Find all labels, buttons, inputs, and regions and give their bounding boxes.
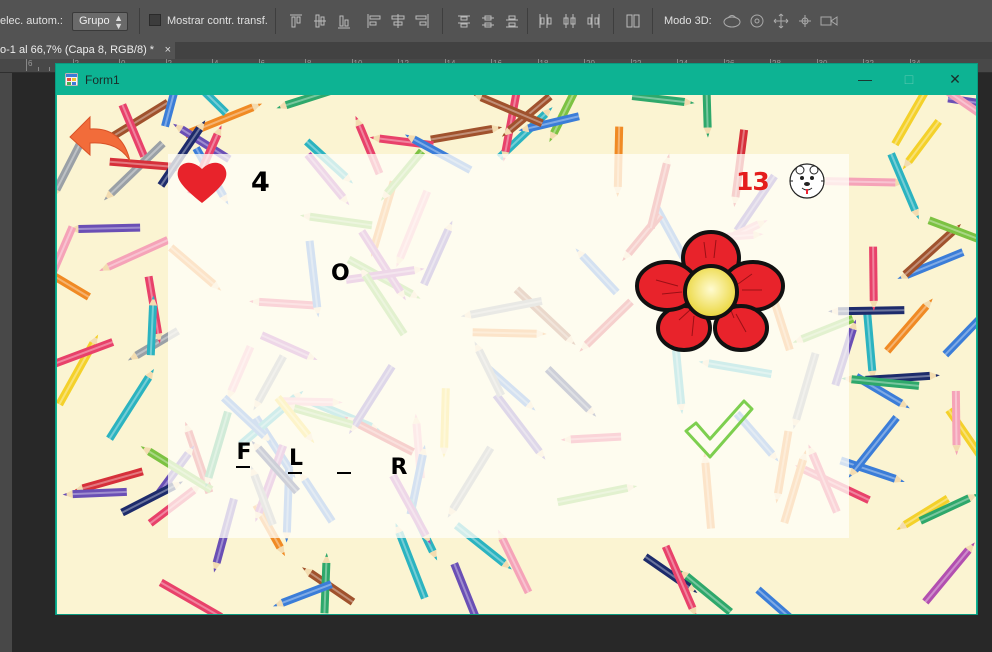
slot-letter: R (390, 455, 408, 480)
pencil-decoration (891, 95, 935, 147)
document-tab[interactable]: o-1 al 66,7% (Capa 8, RGB/8) * × (0, 42, 175, 59)
pencil-decoration (57, 334, 99, 407)
align-vcenter-icon[interactable] (312, 12, 328, 30)
clock-icon (789, 163, 825, 199)
align-left-icon[interactable] (366, 12, 382, 30)
slot-underline (337, 472, 351, 474)
vertical-ruler (0, 73, 12, 652)
distribute-right-icon[interactable] (585, 12, 601, 30)
pencil-decoration (57, 338, 115, 368)
align-top-icon[interactable] (288, 12, 304, 30)
pencil-decoration (922, 542, 975, 605)
pencil-decoration (942, 306, 976, 358)
pencil-decoration (702, 95, 712, 138)
document-tab-title: o-1 al 66,7% (Capa 8, RGB/8) * (0, 44, 155, 56)
slot-letter: F (236, 440, 252, 465)
show-transform-checkbox[interactable] (149, 14, 161, 26)
close-icon[interactable]: × (165, 42, 171, 59)
rotate-3d-icon[interactable] (722, 12, 742, 30)
pencil-decoration (884, 298, 933, 354)
hint-letter: O (331, 261, 350, 286)
close-button[interactable]: ✕ (932, 64, 978, 95)
pencil-decoration (106, 368, 155, 441)
pencil-decoration (99, 236, 170, 271)
pan-3d-icon[interactable] (771, 12, 791, 30)
scale-3d-icon[interactable] (819, 12, 839, 30)
align-right-icon[interactable] (414, 12, 430, 30)
flower-icon (635, 230, 785, 352)
title-bar: Form1 — □ ✕ (56, 64, 977, 95)
options-bar: elec. autom.: Grupo ▲ ▼ Mostrar contr. tr… (0, 0, 992, 43)
distribute-hcenter-icon[interactable] (561, 12, 577, 30)
app-icon (65, 73, 78, 86)
separator (652, 8, 653, 34)
separator (613, 8, 614, 34)
back-arrow-icon[interactable] (66, 111, 132, 165)
pencil-decoration (869, 246, 878, 311)
align-hcenter-icon[interactable] (390, 12, 406, 30)
pencil-decoration (945, 407, 976, 467)
heart-icon (177, 162, 227, 203)
pencil-decoration (862, 307, 877, 381)
separator (275, 8, 276, 34)
score-count: 13 (736, 167, 770, 196)
separator (442, 8, 443, 34)
lives-count: 4 (251, 167, 270, 198)
select-arrows-icon: ▲ ▼ (114, 13, 123, 31)
pencil-decoration (951, 390, 961, 456)
form-window: Form1 — □ ✕ 4 13 O F L R (55, 63, 978, 615)
minimize-button[interactable]: — (842, 64, 888, 95)
pencil-decoration (276, 95, 351, 110)
ruler-number: 6 (28, 59, 33, 68)
slot-underline (288, 472, 302, 474)
pencil-decoration (450, 562, 480, 614)
pencil-decoration (631, 95, 695, 106)
distribute-bottom-icon[interactable] (504, 12, 520, 30)
show-transform-label: Mostrar contr. transf. (167, 15, 268, 27)
pencil-decoration (430, 124, 503, 144)
ruler-tick (49, 67, 51, 71)
pencil-decoration (755, 586, 806, 614)
distribute-left-icon[interactable] (537, 12, 553, 30)
checkmark-icon[interactable] (682, 397, 756, 463)
separator (139, 8, 140, 34)
document-tab-bar: o-1 al 66,7% (Capa 8, RGB/8) * × (0, 42, 992, 59)
letter-slot[interactable]: R (389, 455, 409, 480)
slot-underline (236, 466, 250, 468)
maximize-button[interactable]: □ (886, 64, 932, 95)
auto-align-icon[interactable] (625, 12, 641, 30)
align-bottom-icon[interactable] (336, 12, 352, 30)
pencil-decoration (68, 223, 141, 233)
game-area: 4 13 O F L R (57, 95, 976, 614)
distribute-top-icon[interactable] (456, 12, 472, 30)
window-title: Form1 (85, 73, 120, 87)
mode-3d-label: Modo 3D: (664, 15, 712, 27)
auto-select-label: elec. autom.: (0, 15, 63, 27)
ruler-tick (37, 67, 39, 71)
slide-3d-icon[interactable] (795, 12, 815, 30)
distribute-vcenter-icon[interactable] (480, 12, 496, 30)
pencil-decoration (57, 262, 91, 301)
pencil-decoration (158, 578, 229, 614)
pencil-decoration (62, 487, 127, 499)
group-select[interactable]: Grupo ▲ ▼ (72, 12, 128, 31)
letter-slot[interactable]: F (234, 440, 254, 468)
group-select-value: Grupo (79, 15, 110, 27)
letter-slot[interactable]: L (286, 446, 306, 474)
separator (527, 8, 528, 34)
roll-3d-icon[interactable] (747, 12, 767, 30)
ruler-tick (26, 59, 27, 71)
pencil-decoration (187, 95, 229, 116)
pencil-decoration (839, 456, 905, 483)
slot-letter: L (288, 446, 304, 471)
